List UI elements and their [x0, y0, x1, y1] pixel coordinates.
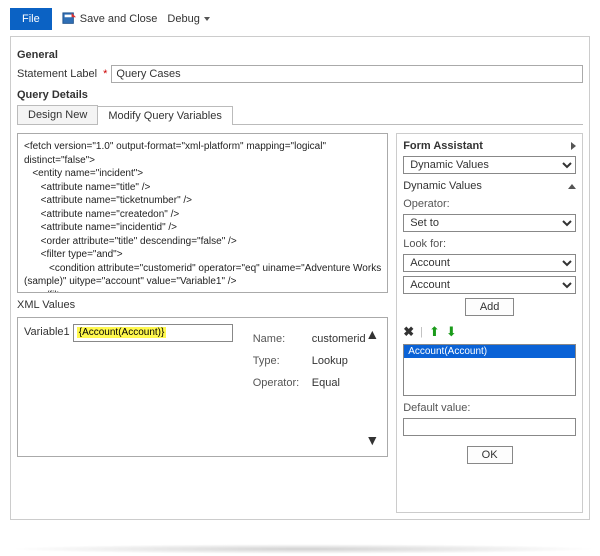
divider-icon: | — [420, 326, 423, 338]
required-asterisk-icon: * — [103, 68, 107, 80]
save-close-icon — [62, 12, 76, 26]
variable1-slug: {Account(Account)} — [77, 327, 167, 338]
lookfor-attribute-select[interactable]: Account — [403, 276, 576, 294]
collapse-up-icon[interactable] — [568, 184, 576, 189]
tab-modify-query-variables[interactable]: Modify Query Variables — [97, 106, 233, 125]
general-section-title: General — [17, 49, 583, 61]
move-up-icon[interactable]: ⬆ — [429, 324, 440, 340]
remove-icon[interactable]: ✖ — [403, 324, 414, 340]
look-for-label: Look for: — [403, 238, 576, 250]
collapse-icon[interactable] — [571, 142, 576, 150]
statement-label-text: Statement Label — [17, 68, 97, 80]
operator-select[interactable]: Set to — [403, 214, 576, 232]
tab-design-new[interactable]: Design New — [17, 105, 98, 124]
file-menu-button[interactable]: File — [10, 8, 52, 30]
move-down-icon[interactable]: ⬇ — [446, 324, 457, 340]
variable1-input[interactable]: {Account(Account)} — [73, 324, 233, 342]
form-assistant-panel: Form Assistant Dynamic Values Dynamic Va… — [396, 133, 583, 513]
xml-values-title: XML Values — [17, 299, 388, 311]
variable1-label: Variable1 — [24, 326, 70, 338]
query-details-section-title: Query Details — [17, 89, 583, 101]
chevron-down-icon — [204, 17, 210, 21]
save-and-close-label: Save and Close — [80, 13, 158, 25]
variable-metadata: Name: customerid Type: Lookup Operator: … — [253, 328, 366, 450]
fetchxml-textarea[interactable]: <fetch version="1.0" output-format="xml-… — [17, 133, 388, 293]
chevron-down-icon[interactable]: ▼ — [365, 432, 379, 448]
dynamic-values-listbox[interactable]: Account(Account) — [403, 344, 576, 396]
default-value-label: Default value: — [403, 402, 576, 414]
lookfor-entity-select[interactable]: Account — [403, 254, 576, 272]
default-value-input[interactable] — [403, 418, 576, 436]
operator-label: Operator: — [403, 198, 576, 210]
form-assistant-title: Form Assistant — [403, 140, 483, 152]
statement-label-input[interactable] — [111, 65, 583, 83]
xml-values-panel: Variable1 {Account(Account)} Name: custo… — [17, 317, 388, 457]
drop-shadow-decoration — [8, 544, 598, 554]
debug-label: Debug — [167, 13, 199, 25]
debug-menu-button[interactable]: Debug — [167, 13, 209, 25]
dynamic-values-section-label: Dynamic Values — [403, 180, 482, 192]
form-assistant-mode-select[interactable]: Dynamic Values — [403, 156, 576, 174]
chevron-up-icon[interactable]: ▲ — [365, 326, 379, 342]
save-and-close-button[interactable]: Save and Close — [62, 12, 158, 26]
add-button[interactable]: Add — [465, 298, 515, 316]
list-item[interactable]: Account(Account) — [404, 345, 575, 358]
ok-button[interactable]: OK — [467, 446, 513, 464]
